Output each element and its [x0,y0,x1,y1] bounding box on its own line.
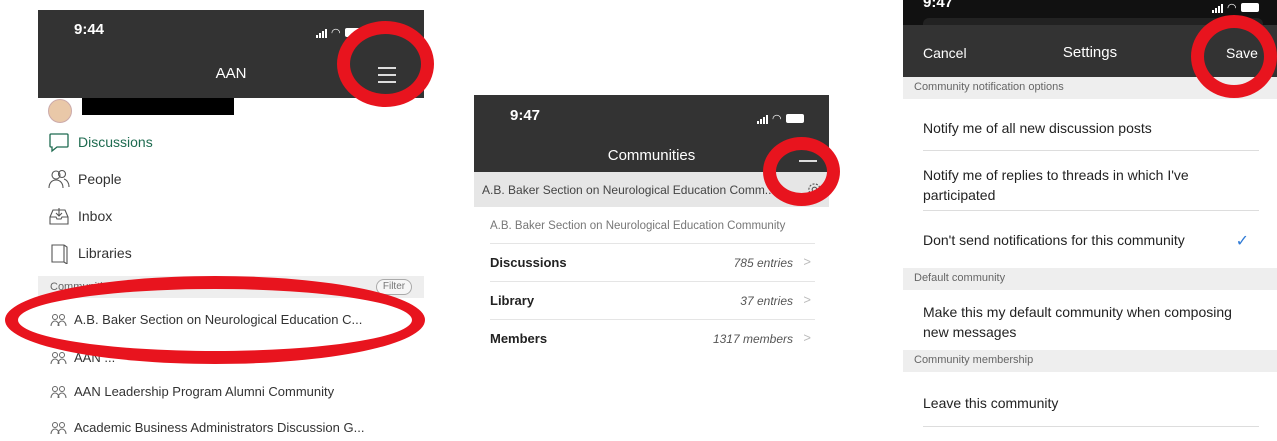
chevron-right-icon: > [803,254,811,269]
annotation-ring-gear [763,137,840,206]
row-count: 1317 members [712,332,793,346]
people-icon [48,169,70,189]
annotation-ring-community [5,276,425,364]
status-time: 9:47 [923,0,954,11]
menu-item-libraries[interactable]: Libraries [48,242,132,264]
status-bar: 9:47 ◠ [474,95,829,135]
option-leave-community[interactable]: Leave this community [923,393,1259,427]
menu-label: People [78,171,122,187]
option-all-posts[interactable]: Notify me of all new discussion posts [923,118,1259,151]
row-label: Discussions [490,255,567,270]
annotation-ring-menu [337,21,434,107]
option-label: Notify me of all new discussion posts [923,120,1152,136]
wifi-icon: ◠ [331,27,341,39]
system-icons: ◠ [757,112,804,125]
row-label: Members [490,331,548,346]
section-label: Community notification options [914,81,1064,93]
row-library[interactable]: Library 37 entries > [490,283,815,320]
library-icon [51,244,68,264]
avatar[interactable] [48,99,72,123]
signal-icon [757,114,768,124]
menu-item-inbox[interactable]: Inbox [48,205,112,227]
row-count: 37 entries [740,294,793,308]
menu-label: Inbox [78,208,113,224]
option-label: Notify me of replies to threads in which… [923,167,1189,203]
community-item[interactable]: Academic Business Administrators Discuss… [50,420,364,435]
row-label: Library [490,293,535,308]
battery-icon [1240,3,1259,12]
speech-bubble-icon [49,133,69,153]
divider [490,243,815,244]
option-label: Make this my default community when comp… [923,304,1232,340]
wifi-icon: ◠ [772,113,782,125]
menu-label: Discussions [78,134,153,150]
section-header: Default community [903,268,1277,290]
row-discussions[interactable]: Discussions 785 entries > [490,245,815,282]
group-icon [50,385,67,398]
community-header-title: A.B. Baker Section on Neurological Educa… [482,183,775,197]
redacted-name [82,98,234,115]
row-members[interactable]: Members 1317 members > [490,321,815,357]
option-label: Don't send notifications for this commun… [923,232,1185,248]
status-time: 9:47 [510,107,541,124]
option-no-notifications[interactable]: Don't send notifications for this commun… [923,230,1259,266]
annotation-ring-save [1191,15,1277,98]
row-count: 785 entries [733,256,793,270]
status-time: 9:44 [74,21,105,38]
inbox-icon [49,208,69,225]
wifi-icon: ◠ [1227,2,1237,14]
group-icon [50,351,67,364]
group-icon [50,421,67,434]
community-full-name: A.B. Baker Section on Neurological Educa… [490,220,786,232]
menu-label: Libraries [78,245,132,261]
signal-icon [316,28,327,38]
checkmark-icon: ✓ [1235,233,1249,250]
option-replies[interactable]: Notify me of replies to threads in which… [923,165,1259,211]
section-label: Community membership [914,354,1034,366]
section-header: Community membership [903,350,1277,372]
battery-icon [785,114,804,123]
menu-item-discussions[interactable]: Discussions [48,131,153,153]
option-default-community[interactable]: Make this my default community when comp… [923,302,1259,342]
community-item[interactable]: AAN Leadership Program Alumni Community [50,384,334,399]
system-icons: ◠ [1212,1,1259,14]
community-name: AAN Leadership Program Alumni Community [74,384,335,399]
chevron-right-icon: > [803,330,811,345]
chevron-right-icon: > [803,292,811,307]
menu-item-people[interactable]: People [48,168,122,190]
screen-community-detail: 9:47 ◠ Communities A.B. Baker Section on… [474,95,829,395]
signal-icon [1212,3,1223,13]
community-name: Academic Business Administrators Discuss… [74,420,365,435]
option-label: Leave this community [923,395,1059,411]
section-label: Default community [914,272,1006,284]
